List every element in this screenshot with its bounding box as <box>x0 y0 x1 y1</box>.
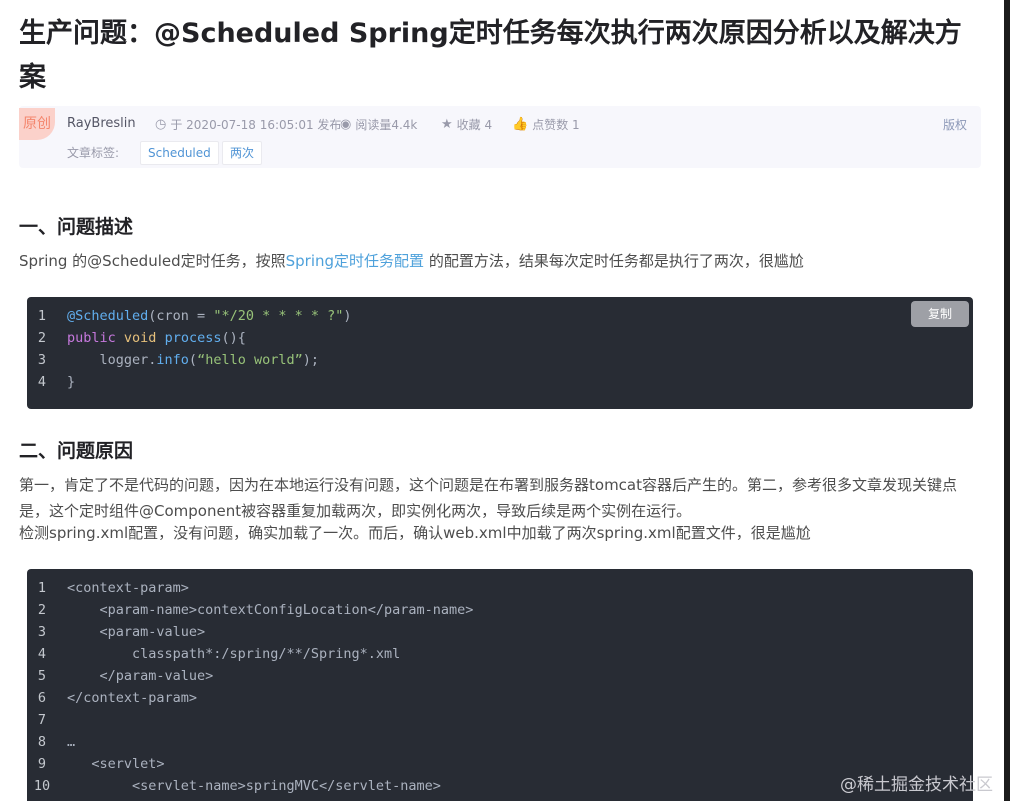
description-paragraph: Spring 的@Scheduled定时任务，按照Spring定时任务配置 的配… <box>19 252 804 270</box>
favorite-count[interactable]: ★ 收藏 4 <box>441 116 492 133</box>
spring-config-link[interactable]: Spring定时任务配置 <box>286 252 424 270</box>
code-line: 2 <param-name>contextConfigLocation</par… <box>37 602 474 618</box>
article-meta-box: 原创 RayBreslin ◷ 于 2020-07-18 16:05:01 发布… <box>19 106 981 168</box>
code-line: 5 </param-value> <box>37 668 214 684</box>
original-badge: 原创 <box>19 108 55 140</box>
author-name[interactable]: RayBreslin <box>67 116 136 131</box>
cause-paragraph-1: 第一，肯定了不是代码的问题，因为在本地运行没有问题，这个问题是在布署到服务器to… <box>19 476 957 520</box>
code-line: 8… <box>37 734 76 750</box>
code-line: 6 </context-param> <box>37 690 198 706</box>
tag-twice[interactable]: 两次 <box>222 141 263 165</box>
publish-time: ◷ 于 2020-07-18 16:05:01 发布 <box>155 117 342 132</box>
eye-icon: ◉ <box>340 117 352 132</box>
code-line: 3 <param-value> <box>37 624 206 640</box>
cause-paragraph-2: 检测spring.xml配置，没有问题，确实加载了一次。而后，确认web.xml… <box>19 524 811 542</box>
code-line: 7 <box>37 712 47 728</box>
star-icon: ★ <box>441 117 453 132</box>
thumbs-up-icon: 👍 <box>512 117 529 132</box>
code-block-web-xml: 1 <context-param> 2 <param-name>contextCo… <box>27 569 973 801</box>
code-line: 1 <context-param> <box>37 580 189 596</box>
like-count[interactable]: 👍 点赞数 1 <box>512 116 580 133</box>
article-title: 生产问题：@Scheduled Spring定时任务每次执行两次原因分析以及解决… <box>19 18 962 93</box>
code-line: 9 <servlet> <box>37 756 165 772</box>
code-line: 10 <servlet-name>springMVC</servlet-name… <box>33 778 441 794</box>
section-heading-description: 一、问题描述 <box>19 216 134 238</box>
code-line: 4 classpath*:/spring/**/Spring*.xml <box>37 646 401 662</box>
code-block-scheduled: 复制 1 @Scheduled(cron = "*/20 * * * * ?") … <box>27 297 973 409</box>
juejin-watermark: @稀土掘金技术社区 <box>840 775 993 795</box>
article-page: 生产问题：@Scheduled Spring定时任务每次执行两次原因分析以及解决… <box>0 0 1004 801</box>
clock-icon: ◷ <box>155 117 167 132</box>
tag-scheduled[interactable]: Scheduled <box>140 141 219 165</box>
tags-label: 文章标签: <box>67 146 120 160</box>
copyright-link[interactable]: 版权 <box>943 116 967 133</box>
section-heading-cause: 二、问题原因 <box>19 440 134 462</box>
read-count: ◉ 阅读量4.4k <box>340 117 418 132</box>
